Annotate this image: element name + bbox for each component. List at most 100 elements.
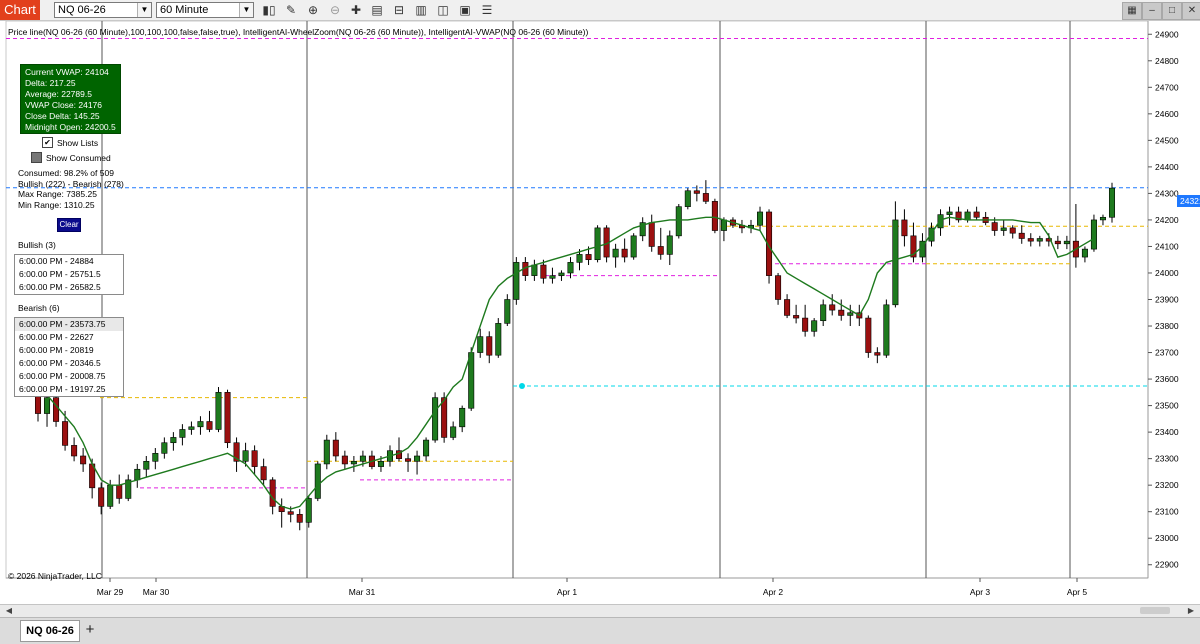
chart-trader-icon[interactable]: ▣	[456, 1, 474, 19]
candle-body	[621, 248, 628, 258]
candle-body	[576, 254, 583, 263]
candle-body	[1000, 227, 1007, 231]
candle-body	[775, 275, 782, 300]
bars-icon[interactable]: ▮▯	[260, 1, 278, 19]
tab-instrument[interactable]: NQ 06-26	[20, 620, 80, 642]
interval-selector[interactable]: 60 Minute ▼	[156, 2, 254, 18]
list-item[interactable]: 6:00.00 PM - 20819	[15, 344, 123, 357]
scroll-right-icon[interactable]: ▶	[1184, 605, 1198, 617]
candle-body	[269, 479, 276, 507]
zoom-out-icon[interactable]: ⊖	[326, 1, 344, 19]
price-tick-label: 24000	[1155, 268, 1179, 278]
candle-body	[423, 439, 430, 457]
candle-body	[251, 450, 258, 467]
price-tick-label: 23600	[1155, 374, 1179, 384]
price-tick-label: 23900	[1155, 295, 1179, 305]
data-box-icon[interactable]: ◫	[434, 1, 452, 19]
chart-panel[interactable]: 22900 23000 23100 23200 23300 23400 23500 23600…	[0, 21, 1200, 604]
close-icon[interactable]: ✕	[1182, 2, 1200, 20]
candle-body	[540, 264, 547, 279]
show-lists-checkbox[interactable]: ✔	[42, 137, 53, 148]
candle-body	[107, 484, 114, 507]
candle-body	[359, 455, 366, 462]
vwap-delta: Delta: 217.25	[25, 78, 76, 88]
price-tick-label: 24600	[1155, 109, 1179, 119]
candle-body	[865, 317, 872, 353]
show-lists-toggle[interactable]: ✔ Show Lists	[42, 137, 98, 148]
list-item[interactable]: 6:00.00 PM - 22627	[15, 331, 123, 344]
indicator-label: Price line(NQ 06-26 (60 Minute),100,100,…	[8, 27, 589, 37]
list-item[interactable]: 6:00.00 PM - 20346.5	[15, 357, 123, 370]
price-tick-label: 23800	[1155, 321, 1179, 331]
show-consumed-toggle[interactable]: Show Consumed	[31, 152, 111, 163]
properties-icon[interactable]: ▤	[368, 1, 386, 19]
interval-value: 60 Minute	[160, 4, 209, 16]
chevron-down-icon[interactable]: ▼	[137, 3, 151, 17]
add-tab-button[interactable]: +	[82, 621, 98, 639]
show-lists-label: Show Lists	[57, 137, 99, 148]
candle-body	[585, 254, 592, 261]
copyright: © 2026 NinjaTrader, LLC	[8, 571, 102, 581]
vwap-info-box: Current VWAP: 24104 Delta: 217.25 Averag…	[20, 64, 121, 134]
min-range-stat: Min Range: 1310.25	[18, 199, 95, 210]
indicators-icon[interactable]: ▥	[412, 1, 430, 19]
candle-body	[432, 397, 439, 441]
instrument-tab-bar: NQ 06-26 +	[0, 617, 1200, 644]
candle-body	[468, 352, 475, 409]
price-tick-label: 23000	[1155, 533, 1179, 543]
scrollbar-thumb[interactable]	[1140, 607, 1170, 614]
time-tick-label: Apr 3	[970, 587, 991, 597]
candle-body	[720, 219, 727, 231]
candle-body	[170, 437, 177, 444]
candle-body	[820, 304, 827, 322]
price-tick-label: 24800	[1155, 56, 1179, 66]
candle-body	[152, 453, 159, 462]
list-item[interactable]: 6:00.00 PM - 23573.75	[15, 318, 123, 331]
price-tick-label: 23700	[1155, 348, 1179, 358]
bullish-list[interactable]: 6:00.00 PM - 24884 6:00.00 PM - 25751.5 …	[14, 254, 124, 295]
show-consumed-checkbox[interactable]	[31, 152, 42, 163]
price-tick-label: 23200	[1155, 480, 1179, 490]
list-item[interactable]: 6:00.00 PM - 25751.5	[15, 268, 123, 281]
crosshair-icon[interactable]: ✚	[347, 1, 365, 19]
candle-body	[305, 498, 312, 523]
candle-body	[179, 429, 186, 438]
list-item[interactable]: 6:00.00 PM - 26582.5	[15, 281, 123, 294]
restore-icon[interactable]: ▦	[1122, 2, 1142, 20]
price-tick-label: 23400	[1155, 427, 1179, 437]
list-item[interactable]: 6:00.00 PM - 19197.25	[15, 383, 123, 396]
clear-button[interactable]: Clear	[57, 218, 81, 232]
candle-body	[1009, 227, 1016, 234]
candle-body	[350, 460, 357, 465]
list-item[interactable]: 6:00.00 PM - 24884	[15, 255, 123, 268]
maximize-icon[interactable]: □	[1162, 2, 1182, 20]
chevron-down-icon[interactable]: ▼	[239, 3, 253, 17]
instrument-selector[interactable]: NQ 06-26 ▼	[54, 2, 152, 18]
candle-body	[450, 426, 457, 438]
candle-body	[206, 421, 213, 430]
candle-body	[71, 445, 78, 457]
candle-body	[188, 426, 195, 430]
templates-icon[interactable]: ☰	[478, 1, 496, 19]
scroll-left-icon[interactable]: ◀	[2, 605, 16, 617]
bearish-list[interactable]: 6:00.00 PM - 23573.75 6:00.00 PM - 22627…	[14, 317, 124, 397]
price-chart[interactable]: 22900 23000 23100 23200 23300 23400 23500 23600…	[0, 21, 1200, 604]
vwap-close: VWAP Close: 24176	[25, 100, 103, 110]
candle-body	[784, 299, 791, 316]
horizontal-scrollbar[interactable]: ◀ ▶	[0, 604, 1200, 617]
candle-body	[702, 193, 709, 202]
plot-frame	[5, 21, 1149, 579]
strategies-icon[interactable]: ⊟	[390, 1, 408, 19]
chart-tab[interactable]: Chart	[0, 0, 40, 20]
candle-body	[377, 460, 384, 467]
candle-body	[1108, 187, 1116, 218]
list-item[interactable]: 6:00.00 PM - 20008.75	[15, 370, 123, 383]
pencil-icon[interactable]: ✎	[282, 1, 300, 19]
price-tick-label: 24900	[1155, 29, 1179, 39]
minimize-icon[interactable]: –	[1142, 2, 1162, 20]
zoom-in-icon[interactable]: ⊕	[304, 1, 322, 19]
close-delta: Close Delta: 145.25	[25, 111, 100, 121]
vwap-average: Average: 22789.5	[25, 89, 92, 99]
candle-body	[53, 397, 60, 422]
midnight-open: Midnight Open: 24200.5	[25, 122, 116, 132]
